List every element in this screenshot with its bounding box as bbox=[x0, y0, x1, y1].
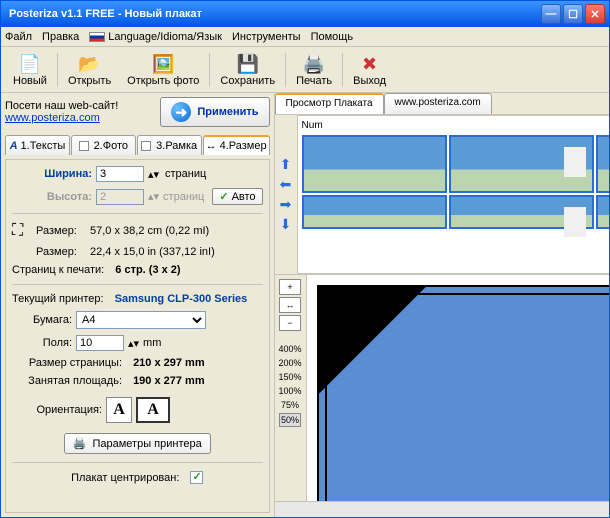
orient-portrait[interactable]: A bbox=[106, 397, 132, 423]
tabstrip: A1.Тексты 2.Фото 3.Рамка ↔4.Размер bbox=[5, 135, 270, 155]
menu-file[interactable]: Файл bbox=[5, 31, 32, 43]
thumb-6[interactable] bbox=[596, 195, 609, 229]
apply-arrow-icon: ➜ bbox=[171, 102, 191, 122]
zoom-fit-button[interactable]: ↔ bbox=[279, 297, 301, 313]
num-label: Num bbox=[302, 120, 609, 131]
menu-tools[interactable]: Инструменты bbox=[232, 31, 301, 43]
preview-canvas[interactable] bbox=[307, 275, 609, 501]
window-title: Posteriza v1.1 FREE - Новый плакат bbox=[5, 8, 541, 20]
open-icon: 📂 bbox=[78, 53, 100, 75]
open-button[interactable]: 📂Открыть bbox=[60, 51, 119, 89]
size-panel: Ширина: ▴▾ страниц Высота: ▴▾ страниц ✓А… bbox=[5, 159, 270, 513]
nav-up-icon[interactable]: ⬆ bbox=[277, 156, 295, 174]
menu-language[interactable]: Language/Idioma/Язык bbox=[89, 31, 222, 43]
right-pane: Просмотр Плаката www.posteriza.com ⬆ ⬅ ➡… bbox=[274, 93, 609, 517]
thumb-4[interactable] bbox=[302, 195, 447, 229]
new-button[interactable]: 📄Новый bbox=[5, 51, 55, 89]
zoom-100[interactable]: 100% bbox=[278, 385, 303, 397]
tab-size[interactable]: ↔4.Размер bbox=[203, 135, 270, 155]
thumb-nav: ⬆ ⬅ ➡ ⬇ bbox=[275, 115, 297, 274]
zoom-out-button[interactable]: − bbox=[279, 315, 301, 331]
width-label: Ширина: bbox=[12, 168, 92, 180]
titlebar: Posteriza v1.1 FREE - Новый плакат — ☐ ✕ bbox=[1, 1, 609, 27]
width-input[interactable] bbox=[96, 166, 144, 182]
zoom-column: + ↔ − 400% 200% 150% 100% 75% 50% bbox=[275, 275, 307, 501]
menu-help[interactable]: Помощь bbox=[311, 31, 354, 43]
print-icon: 🖨️ bbox=[303, 53, 325, 75]
website-label: Посети наш web-сайт! bbox=[5, 100, 154, 112]
website-link[interactable]: www.posteriza.com bbox=[5, 112, 100, 124]
printer-settings-button[interactable]: 🖨️Параметры принтера bbox=[64, 433, 211, 454]
height-label: Высота: bbox=[12, 191, 92, 203]
exit-button[interactable]: ✖Выход bbox=[345, 51, 394, 89]
exit-icon: ✖ bbox=[362, 53, 377, 75]
close-button[interactable]: ✕ bbox=[585, 4, 605, 24]
minimize-button[interactable]: — bbox=[541, 4, 561, 24]
zoom-in-button[interactable]: + bbox=[279, 279, 301, 295]
new-icon: 📄 bbox=[19, 53, 41, 75]
current-printer: Samsung CLP-300 Series bbox=[115, 293, 248, 305]
nav-right-icon[interactable]: ➡ bbox=[277, 196, 295, 214]
auto-button[interactable]: ✓Авто bbox=[212, 188, 262, 205]
thumb-3[interactable] bbox=[596, 135, 609, 193]
thumb-2[interactable] bbox=[449, 135, 594, 193]
print-button[interactable]: 🖨️Печать bbox=[288, 51, 340, 89]
tab-texts[interactable]: A1.Тексты bbox=[5, 135, 70, 155]
flag-icon bbox=[89, 32, 105, 42]
open-photo-button[interactable]: 🖼️Открыть фото bbox=[119, 51, 207, 89]
centered-checkbox[interactable] bbox=[190, 471, 203, 484]
zoom-200[interactable]: 200% bbox=[278, 357, 303, 369]
tab-frame[interactable]: 3.Рамка bbox=[137, 135, 202, 155]
orient-landscape[interactable]: A bbox=[136, 397, 170, 423]
web-tab[interactable]: www.posteriza.com bbox=[384, 93, 492, 114]
zoom-150[interactable]: 150% bbox=[278, 371, 303, 383]
photo-icon: 🖼️ bbox=[152, 53, 174, 75]
nav-left-icon[interactable]: ⬅ bbox=[277, 176, 295, 194]
height-input bbox=[96, 189, 144, 205]
apply-button[interactable]: ➜ Применить bbox=[160, 97, 269, 127]
printer-icon: 🖨️ bbox=[73, 437, 87, 450]
save-button[interactable]: 💾Сохранить bbox=[212, 51, 283, 89]
preview-h-scrollbar[interactable] bbox=[275, 501, 609, 517]
zoom-400[interactable]: 400% bbox=[278, 343, 303, 355]
toolbar: 📄Новый 📂Открыть 🖼️Открыть фото 💾Сохранит… bbox=[1, 47, 609, 93]
nav-down-icon[interactable]: ⬇ bbox=[277, 216, 295, 234]
paper-select[interactable]: A4 bbox=[76, 311, 206, 329]
thumb-1[interactable] bbox=[302, 135, 447, 193]
pages-to-print: 6 стр. (3 x 2) bbox=[115, 264, 180, 276]
zoom-50[interactable]: 50% bbox=[279, 413, 301, 427]
save-icon: 💾 bbox=[237, 53, 259, 75]
tab-photo[interactable]: 2.Фото bbox=[71, 135, 136, 155]
menubar: Файл Правка Language/Idioma/Язык Инструм… bbox=[1, 27, 609, 47]
preview-page bbox=[317, 285, 609, 501]
left-pane: Посети наш web-сайт! www.posteriza.com ➜… bbox=[1, 93, 274, 517]
margin-input[interactable] bbox=[76, 335, 124, 351]
maximize-button[interactable]: ☐ bbox=[563, 4, 583, 24]
menu-edit[interactable]: Правка bbox=[42, 31, 79, 43]
zoom-75[interactable]: 75% bbox=[280, 399, 300, 411]
preview-tab[interactable]: Просмотр Плаката bbox=[275, 93, 384, 114]
thumb-5[interactable] bbox=[449, 195, 594, 229]
